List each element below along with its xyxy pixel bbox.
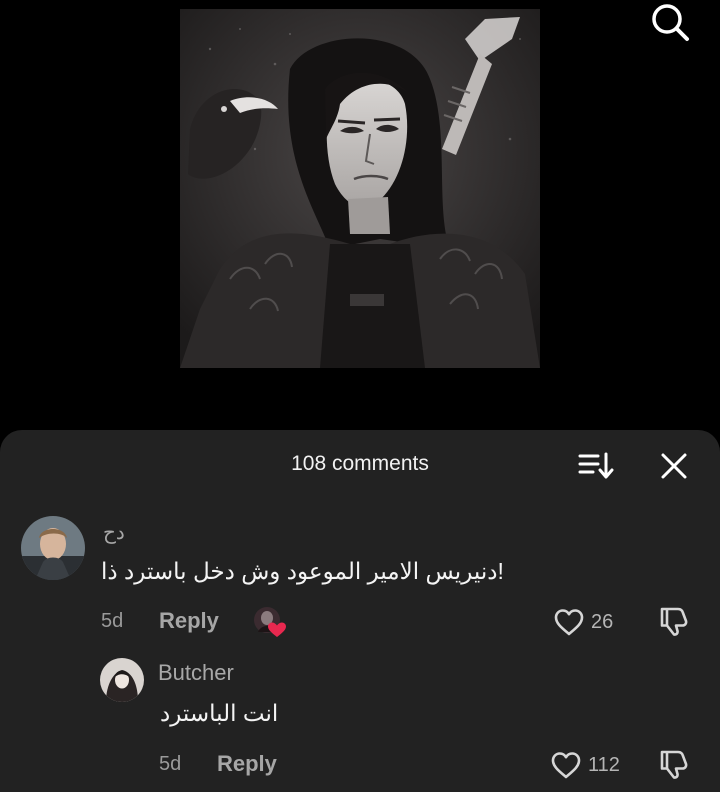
search-button[interactable] [648, 0, 692, 44]
like-count: 26 [591, 610, 614, 633]
thumbs-down-icon [660, 750, 688, 779]
comment-text: دنيريس الامير الموعود وش دخل باسترد ذا! [101, 558, 504, 584]
reply-like-button[interactable]: 112 [550, 749, 620, 781]
thumbs-down-icon [660, 607, 688, 636]
reply-age: 5d [159, 753, 182, 775]
avatar-photo-icon [21, 516, 85, 580]
comment-username[interactable]: دح [103, 520, 125, 545]
reply-username[interactable]: Butcher [158, 660, 234, 686]
close-icon [661, 453, 687, 479]
reply-dislike-button[interactable] [658, 747, 692, 781]
avatar-photo-icon [100, 658, 144, 702]
portrait-artwork [180, 9, 540, 368]
reply-text: انت الباسترد [160, 700, 279, 726]
comment-age: 5d [101, 610, 124, 632]
sort-icon [578, 452, 614, 479]
post-image [180, 9, 540, 368]
reply-like-count: 112 [588, 753, 620, 776]
reply-avatar[interactable] [100, 658, 144, 702]
sort-button[interactable] [577, 450, 615, 480]
commenter-avatar[interactable] [21, 516, 85, 580]
close-button[interactable] [658, 450, 690, 482]
reply-button[interactable]: Reply [159, 608, 219, 634]
search-icon [652, 4, 689, 41]
like-button[interactable]: 26 [553, 606, 613, 638]
reply-to-reply-button[interactable]: Reply [217, 751, 277, 777]
comments-sheet: 108 comments دح دنيريس الامير الموعود وش… [0, 430, 720, 792]
heart-icon [551, 752, 581, 779]
creator-heart-icon [254, 607, 286, 637]
dislike-button[interactable] [658, 604, 692, 638]
heart-icon [554, 609, 584, 636]
creator-liked-badge [252, 604, 288, 638]
